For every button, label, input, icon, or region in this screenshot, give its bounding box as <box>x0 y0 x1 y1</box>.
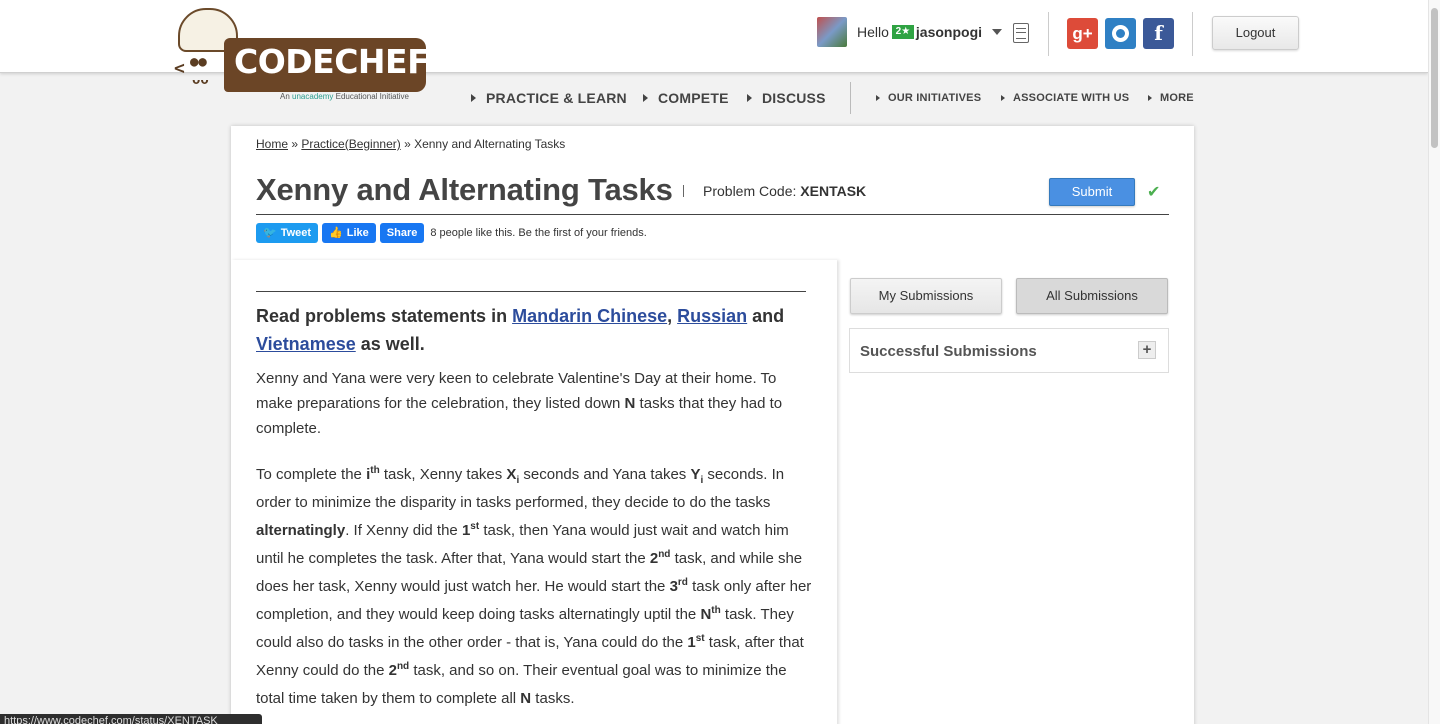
my-submissions-button[interactable]: My Submissions <box>850 278 1002 314</box>
title-underline <box>256 214 1169 215</box>
header-divider <box>1048 12 1049 56</box>
nav-label: COMPETE <box>658 90 729 106</box>
rating-badge: 2★ <box>891 25 914 39</box>
nav-discuss[interactable]: DISCUSS <box>747 90 826 106</box>
triangle-right-icon <box>1001 95 1005 101</box>
google-plus-icon[interactable]: g+ <box>1067 18 1098 49</box>
nav-our-initiatives[interactable]: OUR INITIATIVES <box>876 90 981 106</box>
codechef-logo[interactable]: < ●● ᴗᴗ CODECHEF An unacademy Educationa… <box>172 8 432 108</box>
successful-submissions-panel[interactable]: Successful Submissions + <box>849 328 1169 373</box>
logo-wordmark: CODECHEF <box>234 42 430 81</box>
like-count-text: 8 people like this. Be the first of your… <box>430 227 647 239</box>
github-icon[interactable] <box>1105 18 1136 49</box>
status-bar-url: https://www.codechef.com/status/XENTASK <box>0 714 262 724</box>
user-menu[interactable]: Hello 2★ jasonpogi <box>817 17 1003 47</box>
triangle-right-icon <box>471 94 476 102</box>
nav-label: PRACTICE & LEARN <box>486 90 627 106</box>
statement-paragraph-1: Xenny and Yana were very keen to celebra… <box>256 370 783 437</box>
successful-submissions-label: Successful Submissions <box>860 343 1037 360</box>
share-bar: 🐦 Tweet 👍 Like Share 8 people like this. B… <box>256 223 647 243</box>
checkmark-icon: ✔ <box>1147 184 1161 201</box>
document-icon[interactable] <box>1013 23 1029 43</box>
logout-button[interactable]: Logout <box>1212 16 1299 50</box>
logo-tagline: An unacademy Educational Initiative <box>280 92 410 101</box>
triangle-right-icon <box>643 94 648 102</box>
all-submissions-button[interactable]: All Submissions <box>1016 278 1168 314</box>
breadcrumb-practice-link[interactable]: Practice(Beginner) <box>301 137 400 151</box>
problem-code: Problem Code: XENTASK <box>703 183 867 199</box>
link-mandarin[interactable]: Mandarin Chinese <box>512 306 667 326</box>
triangle-right-icon <box>1148 95 1152 101</box>
triangle-right-icon <box>876 95 880 101</box>
scrollbar-thumb[interactable] <box>1431 8 1438 148</box>
link-russian[interactable]: Russian <box>677 306 747 326</box>
statement-divider <box>256 291 806 292</box>
language-links: Read problems statements in Mandarin Chi… <box>256 306 785 354</box>
chef-face-icon: < ●● ᴗᴗ <box>174 54 209 88</box>
title-divider <box>683 185 684 197</box>
link-vietnamese[interactable]: Vietnamese <box>256 334 356 354</box>
statement-paragraph-2: To complete the ith task, Xenny takes Xi… <box>256 465 812 708</box>
nav-more[interactable]: MORE <box>1148 90 1194 106</box>
nav-compete[interactable]: COMPETE <box>643 90 729 106</box>
chevron-down-icon[interactable] <box>992 29 1003 35</box>
nav-practice-learn[interactable]: PRACTICE & LEARN <box>471 90 627 106</box>
nav-label: OUR INITIATIVES <box>888 92 982 104</box>
nav-divider <box>850 82 851 114</box>
facebook-icon[interactable]: f <box>1143 18 1174 49</box>
facebook-like-button[interactable]: 👍 Like <box>322 223 376 243</box>
twitter-icon: 🐦 <box>263 227 277 239</box>
problem-card: Home » Practice(Beginner) » Xenny and Al… <box>231 126 1194 724</box>
breadcrumb-separator: » <box>400 137 415 151</box>
avatar[interactable] <box>817 17 847 47</box>
breadcrumb-current: Xenny and Alternating Tasks <box>414 137 566 151</box>
breadcrumb: Home » Practice(Beginner) » Xenny and Al… <box>256 137 565 151</box>
page-title: Xenny and Alternating Tasks <box>256 172 673 207</box>
breadcrumb-home-link[interactable]: Home <box>256 137 288 151</box>
greeting-text: Hello <box>857 24 889 40</box>
plus-icon[interactable]: + <box>1138 341 1156 359</box>
nav-label: ASSOCIATE WITH US <box>1013 92 1130 104</box>
nav-label: DISCUSS <box>762 90 826 106</box>
submit-button[interactable]: Submit <box>1049 178 1135 206</box>
breadcrumb-separator: » <box>288 137 302 151</box>
facebook-share-button[interactable]: Share <box>379 223 425 243</box>
nav-associate-with-us[interactable]: ASSOCIATE WITH US <box>1001 90 1129 106</box>
username[interactable]: jasonpogi <box>916 24 982 40</box>
thumbs-up-icon: 👍 <box>329 227 343 239</box>
nav-label: MORE <box>1160 92 1194 104</box>
triangle-right-icon <box>747 94 752 102</box>
header-divider <box>1192 12 1193 56</box>
tweet-button[interactable]: 🐦 Tweet <box>256 223 319 243</box>
